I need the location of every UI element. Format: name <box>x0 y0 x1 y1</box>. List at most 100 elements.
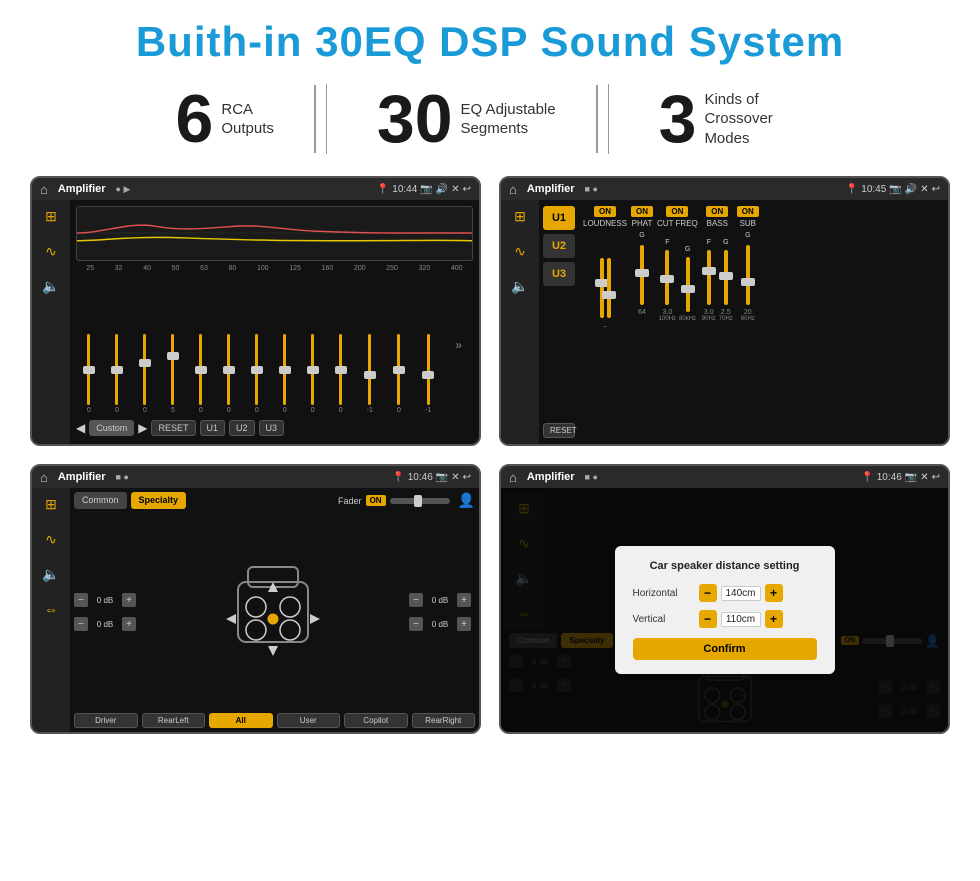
back-icon-1[interactable]: ↩ <box>463 184 471 195</box>
stat-rca: 6 RCAOutputs <box>136 85 316 153</box>
bass-on[interactable]: ON <box>706 206 728 217</box>
status-bar-4: ⌂ Amplifier ■ ● 📍 10:46 📷 ✕ ↩ <box>501 466 948 488</box>
u1-selector[interactable]: U1 <box>543 206 575 230</box>
right-plus-1[interactable]: + <box>457 617 471 631</box>
left-plus-0[interactable]: + <box>122 593 136 607</box>
stat-crossover: 3 Kinds ofCrossover Modes <box>619 85 845 153</box>
slider-9[interactable]: 0 <box>339 334 343 414</box>
screen2-title: Amplifier <box>527 183 575 195</box>
home-icon-1[interactable]: ⌂ <box>40 182 48 197</box>
back-icon-3[interactable]: ↩ <box>463 472 471 483</box>
slider-12[interactable]: -1 <box>425 334 431 414</box>
rearright-btn[interactable]: RearRight <box>412 713 476 728</box>
rearleft-btn[interactable]: RearLeft <box>142 713 206 728</box>
status-bar-1: ⌂ Amplifier ● ▶ 📍 10:44 📷 🔊 ✕ ↩ <box>32 178 479 200</box>
slider-4[interactable]: 0 <box>199 334 203 414</box>
vertical-minus[interactable]: − <box>699 610 717 628</box>
loudness-on[interactable]: ON <box>594 206 616 217</box>
wave-icon-3[interactable]: ∿ <box>45 531 57 548</box>
more-icon[interactable]: » <box>455 338 462 352</box>
u3-btn-1[interactable]: U3 <box>259 420 285 436</box>
reset-btn-2[interactable]: RESET <box>543 423 575 438</box>
time-3: 10:46 <box>408 472 433 483</box>
back-icon-4[interactable]: ↩ <box>932 472 940 483</box>
cutfreq-on[interactable]: ON <box>666 206 688 217</box>
copilot-btn[interactable]: Copilot <box>344 713 408 728</box>
speaker-icon-1[interactable]: 🔈 <box>42 278 59 295</box>
speaker-icon-3[interactable]: 🔈 <box>42 566 59 583</box>
screens-grid: ⌂ Amplifier ● ▶ 📍 10:44 📷 🔊 ✕ ↩ ⊞ ∿ 🔈 <box>30 176 950 734</box>
bass-label: BASS <box>707 219 728 228</box>
vertical-row: Vertical − 110cm + <box>633 610 817 628</box>
driver-btn[interactable]: Driver <box>74 713 138 728</box>
prev-icon[interactable]: ◀ <box>76 421 85 435</box>
phat-on[interactable]: ON <box>631 206 653 217</box>
reset-btn-1[interactable]: RESET <box>151 420 195 436</box>
user-btn[interactable]: User <box>277 713 341 728</box>
sub-on[interactable]: ON <box>737 206 759 217</box>
home-icon-3[interactable]: ⌂ <box>40 470 48 485</box>
right-minus-1[interactable]: − <box>409 617 423 631</box>
home-icon-2[interactable]: ⌂ <box>509 182 517 197</box>
slider-8[interactable]: 0 <box>311 334 315 414</box>
speaker-icon-2[interactable]: 🔈 <box>511 278 528 295</box>
freq-160: 160 <box>322 265 334 272</box>
speaker-bottom-btns: Driver RearLeft All User Copilot RearRig… <box>74 713 475 728</box>
slider-6[interactable]: 0 <box>255 334 259 414</box>
left-minus-0[interactable]: − <box>74 593 88 607</box>
screen3-title: Amplifier <box>58 471 106 483</box>
fader-on-btn[interactable]: ON <box>366 495 386 506</box>
slider-1[interactable]: 0 <box>115 334 119 414</box>
u1-btn-1[interactable]: U1 <box>200 420 226 436</box>
u2-selector[interactable]: U2 <box>543 234 575 258</box>
eq-icon-2[interactable]: ⊞ <box>514 208 526 225</box>
eq-graph <box>76 206 473 261</box>
freq-40: 40 <box>143 265 151 272</box>
speaker-layout-area: − 0 dB + − 0 dB + <box>74 515 475 709</box>
car-diagram <box>140 515 405 709</box>
left-val-0: 0 dB <box>91 596 119 605</box>
home-icon-4[interactable]: ⌂ <box>509 470 517 485</box>
eq-bottom-controls: ◀ Custom ▶ RESET U1 U2 U3 <box>76 418 473 438</box>
location-icon-1: 📍 <box>377 184 389 195</box>
custom-btn[interactable]: Custom <box>89 420 134 436</box>
left-minus-1[interactable]: − <box>74 617 88 631</box>
slider-11[interactable]: 0 <box>397 334 401 414</box>
tab-common[interactable]: Common <box>74 492 127 509</box>
slider-0[interactable]: 0 <box>87 334 91 414</box>
right-plus-0[interactable]: + <box>457 593 471 607</box>
horizontal-minus[interactable]: − <box>699 584 717 602</box>
slider-3[interactable]: 5 <box>171 334 175 414</box>
confirm-button[interactable]: Confirm <box>633 638 817 660</box>
all-btn[interactable]: All <box>209 713 273 728</box>
horizontal-plus[interactable]: + <box>765 584 783 602</box>
status-icons-4: 📍 10:46 📷 ✕ ↩ <box>861 472 940 483</box>
time-4: 10:46 <box>877 472 902 483</box>
cam-icon-4: 📷 <box>905 472 917 483</box>
slider-2[interactable]: 0 <box>143 334 147 414</box>
wave-icon-2[interactable]: ∿ <box>514 243 526 260</box>
right-minus-0[interactable]: − <box>409 593 423 607</box>
back-icon-2[interactable]: ↩ <box>932 184 940 195</box>
wave-icon-1[interactable]: ∿ <box>45 243 57 260</box>
vertical-plus[interactable]: + <box>765 610 783 628</box>
sub-label: SUB <box>740 219 756 228</box>
left-plus-1[interactable]: + <box>122 617 136 631</box>
freq-50: 50 <box>172 265 180 272</box>
slider-7[interactable]: 0 <box>283 334 287 414</box>
slider-10[interactable]: -1 <box>367 334 373 414</box>
eq-icon-1[interactable]: ⊞ <box>45 208 57 225</box>
next-icon[interactable]: ▶ <box>138 421 147 435</box>
screen4-title: Amplifier <box>527 471 575 483</box>
fader-slider[interactable] <box>390 498 450 504</box>
tab-specialty[interactable]: Specialty <box>131 492 187 509</box>
expand-icon-3[interactable]: ⇔ <box>44 601 58 617</box>
horizontal-value: 140cm <box>721 586 761 601</box>
crossover-main: ON LOUDNESS ~ ON PHAT G <box>579 200 948 444</box>
slider-5[interactable]: 0 <box>227 334 231 414</box>
u3-selector[interactable]: U3 <box>543 262 575 286</box>
u2-btn-1[interactable]: U2 <box>229 420 255 436</box>
module-phat: ON PHAT G 64 <box>631 206 653 438</box>
eq-icon-3[interactable]: ⊞ <box>45 496 57 513</box>
screen1-content: ⊞ ∿ 🔈 25 32 40 <box>32 200 479 444</box>
